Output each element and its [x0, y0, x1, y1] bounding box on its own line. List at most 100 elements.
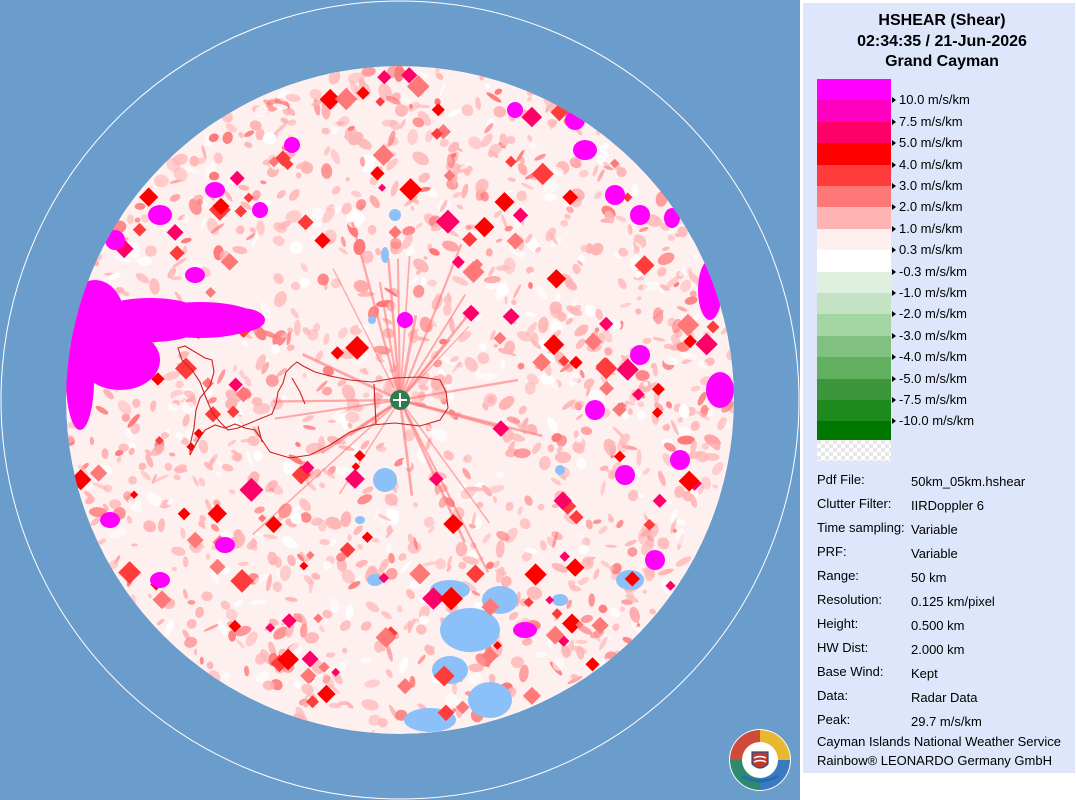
- legend-tick-icon: [892, 204, 896, 211]
- info-row: Resolution: 0.125 km/pixel: [817, 592, 1075, 612]
- timestamp: 02:34:35 / 21-Jun-2026: [857, 33, 1027, 50]
- shear-echo: [327, 419, 336, 423]
- high-shear-blob: [706, 372, 734, 408]
- legend-swatch: [817, 271, 891, 293]
- shear-echo: [455, 541, 468, 557]
- legend-label: 4.0 m/s/km: [899, 156, 963, 172]
- high-shear-blob: [215, 537, 235, 553]
- legend-label: 5.0 m/s/km: [899, 135, 963, 151]
- info-value: 50 km: [911, 570, 947, 585]
- info-value: IIRDoppler 6: [911, 498, 984, 513]
- legend-tick-icon: [892, 268, 896, 275]
- info-row: Data: Radar Data: [817, 688, 1075, 708]
- info-key: Range:: [817, 568, 859, 583]
- info-value: 0.125 km/pixel: [911, 594, 995, 609]
- info-value: Variable: [911, 546, 958, 561]
- legend-swatch: [817, 100, 891, 122]
- product-title: HSHEAR (Shear): [878, 12, 1006, 29]
- info-row: Height: 0.500 km: [817, 616, 1075, 636]
- legend-swatch: [817, 164, 891, 186]
- shear-echo: [205, 553, 211, 561]
- info-key: Pdf File:: [817, 472, 865, 487]
- info-row: Peak: 29.7 m/s/km: [817, 712, 1075, 732]
- no-data-patch: [552, 594, 568, 606]
- radar-map[interactable]: [0, 0, 800, 800]
- legend-label: -1.0 m/s/km: [899, 285, 967, 300]
- legend-swatch: [817, 186, 891, 208]
- legend-label: 1.0 m/s/km: [899, 220, 963, 236]
- high-shear-blob: [397, 312, 413, 328]
- high-shear-blob: [185, 267, 205, 283]
- shear-echo: [554, 451, 572, 463]
- info-row: PRF: Variable: [817, 544, 1075, 564]
- shear-echo: [323, 560, 332, 570]
- legend-tick-icon: [892, 397, 896, 403]
- info-key: Height:: [817, 616, 859, 631]
- no-data-patch: [555, 465, 565, 475]
- info-key: Clutter Filter:: [817, 496, 892, 511]
- legend-tick-icon: [892, 354, 896, 361]
- legend-swatch: [817, 335, 891, 358]
- info-row: Pdf File: 50km_05km.hshear: [817, 472, 1075, 492]
- no-data-patch: [389, 209, 401, 221]
- legend-tick-icon: [892, 418, 896, 425]
- cinws-logo-icon: [728, 728, 792, 792]
- info-value: 0.500 km: [911, 618, 965, 633]
- high-shear-blob: [507, 102, 523, 118]
- legend-tick-icon: [892, 183, 896, 189]
- legend-tick-icon: [892, 332, 896, 339]
- footer-vendor: Rainbow® LEONARDO Germany GmbH: [817, 753, 1052, 768]
- info-panel-body: HSHEAR (Shear) 02:34:35 / 21-Jun-2026 Gr…: [803, 3, 1075, 773]
- radar-site-icon[interactable]: [390, 390, 410, 410]
- shear-echo: [171, 566, 177, 572]
- shear-echo: [201, 591, 213, 602]
- legend-label: 2.0 m/s/km: [899, 199, 963, 215]
- legend-swatch: [817, 228, 891, 251]
- legend-label: -10.0 m/s/km: [899, 413, 975, 429]
- legend-swatch: [817, 293, 891, 315]
- shear-echo: [347, 534, 352, 542]
- high-shear-blob: [105, 230, 125, 250]
- legend-tick-icon: [892, 290, 896, 296]
- legend-label: 3.0 m/s/km: [899, 178, 963, 193]
- info-value: 50km_05km.hshear: [911, 474, 1026, 489]
- legend-tick-icon: [892, 118, 896, 125]
- legend-label: -3.0 m/s/km: [899, 327, 967, 343]
- legend-label: 10.0 m/s/km: [899, 92, 970, 108]
- no-data-patch: [373, 468, 397, 492]
- no-data-patch: [368, 316, 376, 324]
- high-shear-blob: [252, 202, 268, 218]
- no-data-patch: [381, 247, 389, 263]
- high-shear-blob: [698, 260, 722, 320]
- shear-echo: [500, 359, 506, 370]
- high-shear-blob: [605, 185, 625, 205]
- info-row: Base Wind: Kept: [817, 664, 1075, 684]
- info-key: Resolution:: [817, 592, 883, 607]
- legend-nodata-swatch: [817, 440, 891, 461]
- legend-tick-icon: [892, 225, 896, 232]
- site-name: Grand Cayman: [885, 53, 999, 70]
- high-shear-blob: [513, 622, 537, 638]
- high-shear-blob: [645, 550, 665, 570]
- shear-echo: [134, 202, 146, 210]
- info-value: 2.000 km: [911, 642, 965, 657]
- high-shear-blob: [205, 182, 225, 198]
- no-data-patch: [468, 682, 512, 718]
- info-row: Range: 50 km: [817, 568, 1075, 588]
- legend-tick-icon: [892, 97, 896, 104]
- shear-echo: [495, 471, 504, 479]
- high-shear-blob: [670, 450, 690, 470]
- legend-swatch: [817, 79, 891, 101]
- legend-label: -7.5 m/s/km: [899, 392, 967, 407]
- footer-agency: Cayman Islands National Weather Service: [817, 734, 1061, 749]
- legend-swatch: [817, 378, 891, 400]
- legend-tick-icon: [892, 161, 896, 168]
- legend-swatch: [817, 143, 891, 165]
- info-row: HW Dist: 2.000 km: [817, 640, 1075, 660]
- high-shear-blob: [630, 205, 650, 225]
- high-shear-blob: [585, 400, 605, 420]
- legend-label: 0.3 m/s/km: [899, 242, 963, 258]
- info-panel: HSHEAR (Shear) 02:34:35 / 21-Jun-2026 Gr…: [800, 0, 1076, 800]
- high-shear-blob: [150, 572, 170, 588]
- info-key: HW Dist:: [817, 640, 869, 655]
